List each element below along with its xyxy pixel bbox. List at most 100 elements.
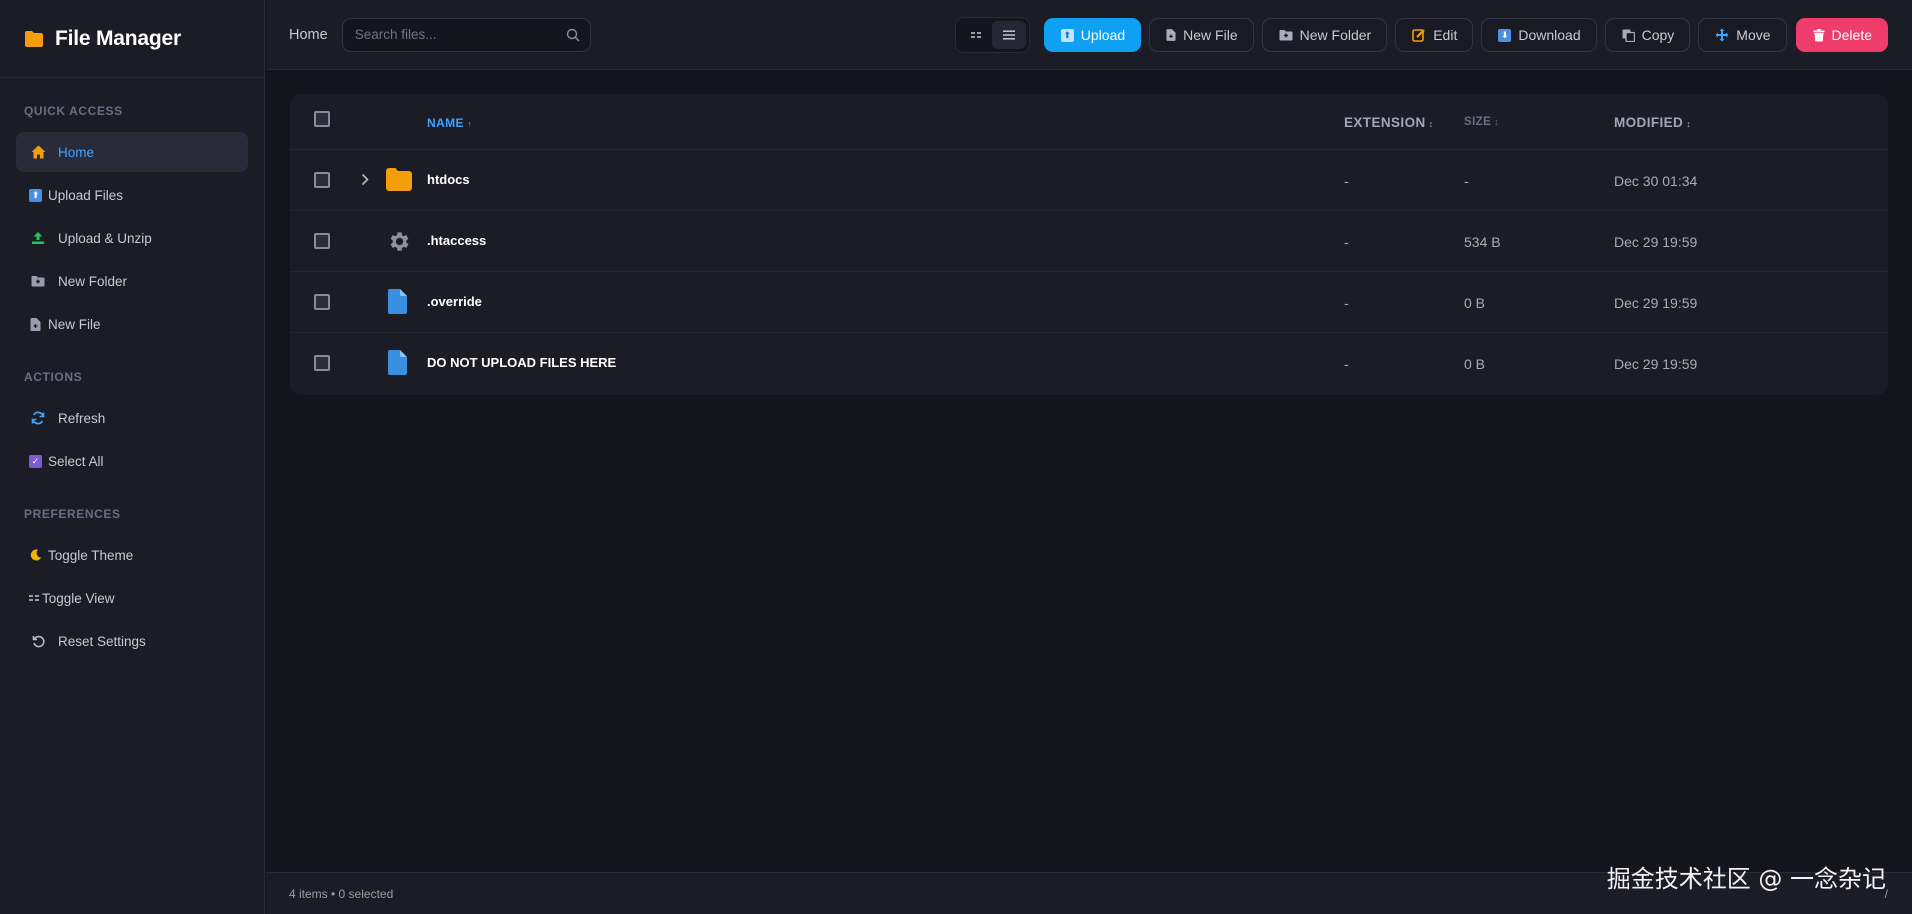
table-row[interactable]: htdocs - - Dec 30 01:34 xyxy=(290,150,1888,211)
file-plus-icon xyxy=(28,316,43,332)
sort-asc-icon: ↑ xyxy=(466,119,472,129)
sidebar-item-toggle-theme[interactable]: Toggle Theme xyxy=(16,535,248,575)
brand: File Manager xyxy=(0,0,264,78)
toolbar: ⬆ Upload New File New Folder Edit ⬇ Down… xyxy=(954,17,1888,53)
actions-nav: Refresh ✓ Select All xyxy=(0,398,264,481)
topbar: Home ⬆ Upload New File New Folder xyxy=(266,0,1912,70)
column-header-modified[interactable]: MODIFIED ↕ xyxy=(1614,115,1691,130)
list-view-button[interactable] xyxy=(992,21,1026,49)
sidebar-item-upload-files[interactable]: ⬆ Upload Files xyxy=(16,175,248,215)
file-extension: - xyxy=(1344,173,1349,189)
quick-access-nav: Home ⬆ Upload Files Upload & Unzip New F… xyxy=(0,132,264,344)
sidebar-item-label: Home xyxy=(58,144,95,160)
grid-icon xyxy=(970,32,981,38)
section-title-preferences: PREFERENCES xyxy=(24,507,121,521)
moon-icon xyxy=(28,547,43,563)
new-folder-button-label: New Folder xyxy=(1299,27,1372,43)
sidebar-item-home[interactable]: Home xyxy=(16,132,248,172)
file-modified: Dec 30 01:34 xyxy=(1614,173,1698,189)
file-size: 534 B xyxy=(1464,234,1501,250)
breadcrumb[interactable]: Home xyxy=(289,27,328,43)
chevron-right-icon[interactable] xyxy=(361,173,369,186)
table-row[interactable]: .override - 0 B Dec 29 19:59 xyxy=(290,272,1888,333)
row-checkbox[interactable] xyxy=(314,172,330,188)
sidebar-item-upload-unzip[interactable]: Upload & Unzip xyxy=(16,218,248,258)
search-icon[interactable] xyxy=(566,28,580,42)
column-header-size[interactable]: SIZE ↕ xyxy=(1464,116,1499,128)
selection-count: 4 items • 0 selected xyxy=(289,886,394,901)
trash-icon xyxy=(1813,28,1825,42)
upload-box-icon: ⬆ xyxy=(28,187,43,203)
file-modified: Dec 29 19:59 xyxy=(1614,356,1698,372)
file-name[interactable]: htdocs xyxy=(427,172,470,187)
preferences-nav: Toggle Theme Toggle View Reset Settings xyxy=(0,535,264,661)
sidebar-item-refresh[interactable]: Refresh xyxy=(16,398,248,438)
section-title-actions: ACTIONS xyxy=(24,370,83,384)
file-size: 0 B xyxy=(1464,295,1486,311)
download-button-label: Download xyxy=(1518,27,1581,43)
sidebar-item-label: New File xyxy=(48,316,101,332)
sidebar-item-label: Select All xyxy=(48,453,104,469)
download-button[interactable]: ⬇ Download xyxy=(1481,18,1597,52)
table-row[interactable]: DO NOT UPLOAD FILES HERE - 0 B Dec 29 19… xyxy=(290,333,1888,394)
select-all-checkbox[interactable] xyxy=(314,111,330,127)
sidebar-item-new-file[interactable]: New File xyxy=(16,304,248,344)
row-checkbox[interactable] xyxy=(314,294,330,310)
section-title-quick-access: QUICK ACCESS xyxy=(24,104,123,118)
edit-button[interactable]: Edit xyxy=(1395,18,1474,52)
delete-button[interactable]: Delete xyxy=(1795,18,1888,52)
file-modified: Dec 29 19:59 xyxy=(1614,295,1698,311)
column-header-name[interactable]: NAME ↑ xyxy=(427,116,472,130)
sort-icon: ↕ xyxy=(1494,117,1500,127)
file-size: 0 B xyxy=(1464,356,1486,372)
refresh-icon xyxy=(28,410,48,426)
column-header-extension[interactable]: EXTENSION ↕ xyxy=(1344,115,1434,130)
table-row[interactable]: .htaccess - 534 B Dec 29 19:59 xyxy=(290,211,1888,272)
column-header-modified-label: MODIFIED xyxy=(1614,115,1684,130)
move-button-label: Move xyxy=(1736,27,1771,43)
sidebar-item-toggle-view[interactable]: Toggle View xyxy=(16,578,248,618)
view-toggle xyxy=(954,17,1030,53)
new-folder-button[interactable]: New Folder xyxy=(1261,18,1388,52)
file-size: - xyxy=(1464,173,1469,189)
sidebar-item-select-all[interactable]: ✓ Select All xyxy=(16,441,248,481)
watermark: 掘金技术社区 @ 一念杂记 xyxy=(1606,865,1886,893)
sidebar-item-label: Toggle View xyxy=(42,590,115,606)
grid-view-button[interactable] xyxy=(959,21,993,49)
checkbox-checked-icon: ✓ xyxy=(28,453,43,469)
file-icon xyxy=(388,289,407,314)
copy-icon xyxy=(1622,29,1635,42)
sidebar-item-new-folder[interactable]: New Folder xyxy=(16,261,248,301)
sidebar: File Manager QUICK ACCESS Home ⬆ Upload … xyxy=(0,0,265,914)
search-input[interactable] xyxy=(342,18,590,51)
move-button[interactable]: Move xyxy=(1698,18,1787,52)
sidebar-item-reset-settings[interactable]: Reset Settings xyxy=(16,621,248,661)
row-checkbox[interactable] xyxy=(314,233,330,249)
column-header-name-label: NAME xyxy=(427,116,464,130)
copy-button[interactable]: Copy xyxy=(1604,18,1691,52)
file-name[interactable]: .htaccess xyxy=(427,233,486,248)
upload-icon: ⬆ xyxy=(1060,28,1074,42)
file-name[interactable]: DO NOT UPLOAD FILES HERE xyxy=(427,355,616,370)
column-header-extension-label: EXTENSION xyxy=(1344,115,1426,130)
home-icon xyxy=(28,144,48,160)
file-table: NAME ↑ EXTENSION ↕ SIZE ↕ MODIFIED ↕ htdocs … xyxy=(290,94,1888,395)
file-name[interactable]: .override xyxy=(427,294,482,309)
reset-icon xyxy=(28,633,48,649)
file-modified: Dec 29 19:59 xyxy=(1614,234,1698,250)
upload-button[interactable]: ⬆ Upload xyxy=(1043,18,1142,52)
download-icon: ⬇ xyxy=(1498,28,1512,42)
sidebar-item-label: Toggle Theme xyxy=(48,547,134,563)
sidebar-item-label: Upload & Unzip xyxy=(58,230,152,246)
copy-button-label: Copy xyxy=(1641,27,1675,43)
folder-icon xyxy=(386,168,412,191)
app-title: File Manager xyxy=(55,26,181,50)
file-extension: - xyxy=(1344,234,1349,250)
folder-plus-icon xyxy=(1279,29,1293,41)
file-icon xyxy=(388,350,407,375)
new-file-button[interactable]: New File xyxy=(1149,18,1254,52)
file-plus-icon xyxy=(1166,29,1176,41)
edit-icon xyxy=(1412,28,1426,42)
table-header: NAME ↑ EXTENSION ↕ SIZE ↕ MODIFIED ↕ xyxy=(290,94,1888,150)
row-checkbox[interactable] xyxy=(314,355,330,371)
